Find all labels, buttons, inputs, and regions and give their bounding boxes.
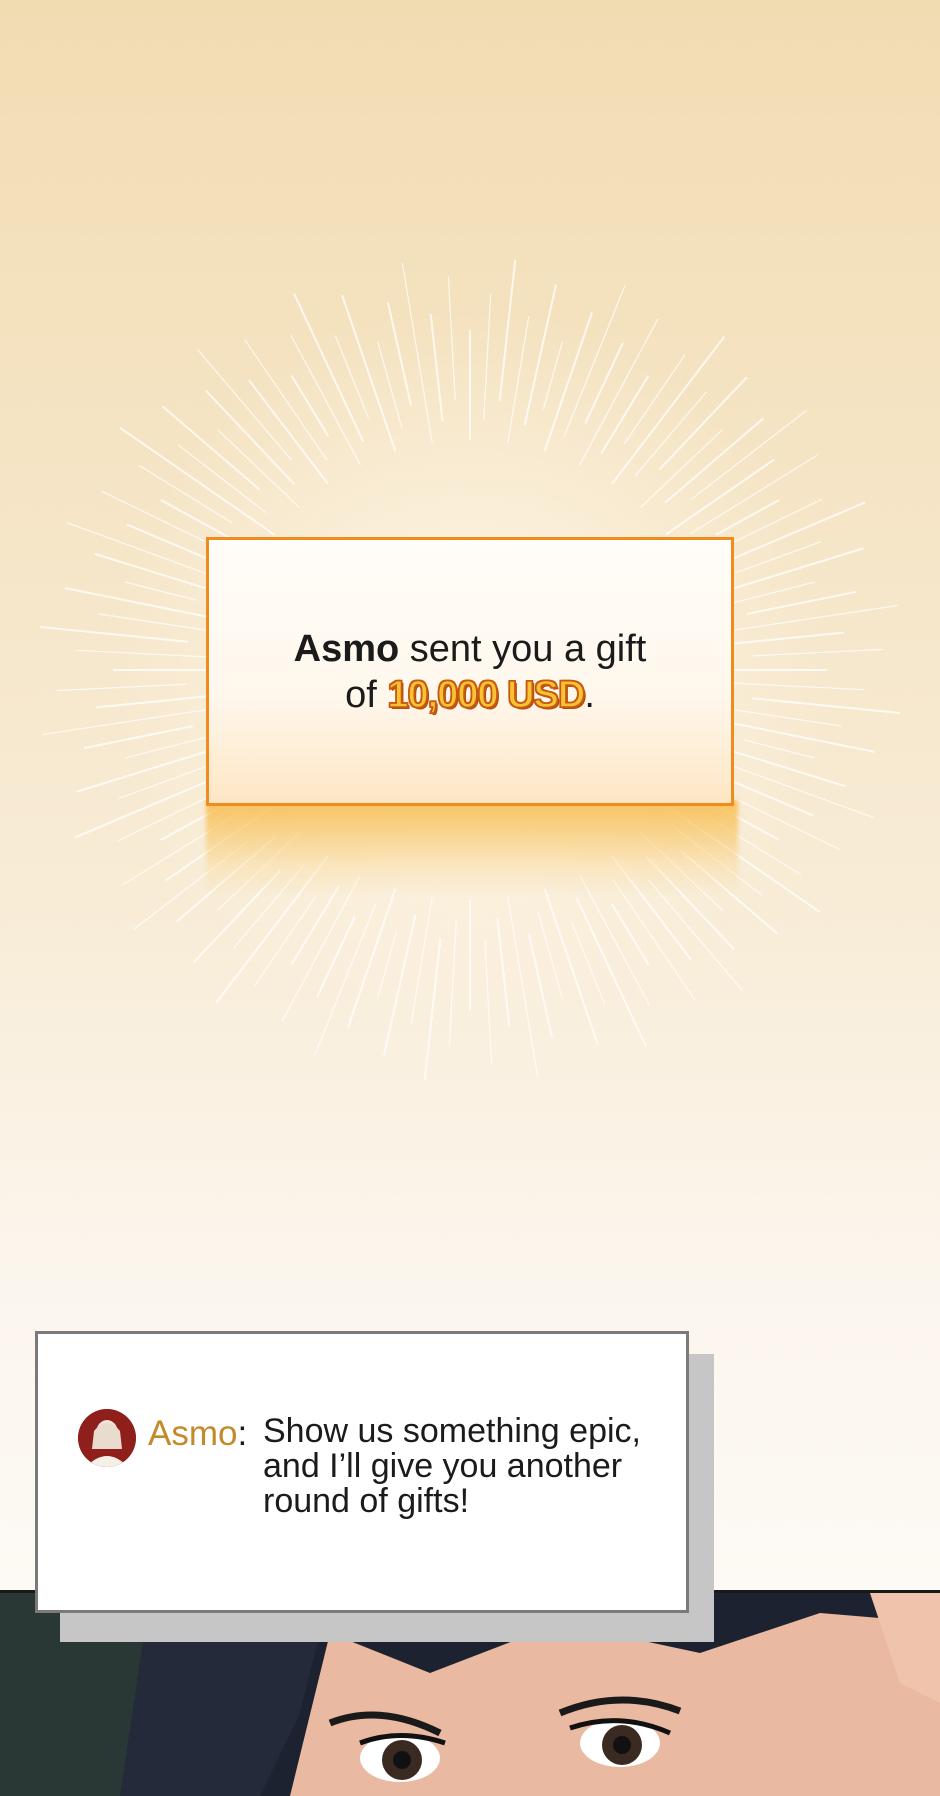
chat-message: Asmo: Show us something epic, and I’ll g… [35, 1331, 689, 1613]
chat-colon: : [237, 1414, 248, 1453]
gift-line-2-suffix: . [584, 673, 595, 716]
gift-line-2: of 10,000 USD. [345, 672, 595, 718]
gift-line-2-prefix: of [345, 673, 388, 716]
gift-line-1: Asmo sent you a gift [294, 626, 647, 672]
avatar [78, 1409, 136, 1467]
gift-sender: Asmo [293, 627, 400, 670]
gift-glow [206, 800, 738, 895]
gift-notification: Asmo sent you a gift of 10,000 USD. [206, 537, 734, 806]
chat-message-text: Show us something epic, and I’ll give yo… [263, 1412, 641, 1520]
gift-amount: 10,000 USD [387, 673, 587, 717]
gift-line-1-text: sent you a gift [399, 627, 647, 670]
chat-sender-name: Asmo [148, 1414, 238, 1453]
chat-sender: Asmo: [148, 1414, 247, 1454]
